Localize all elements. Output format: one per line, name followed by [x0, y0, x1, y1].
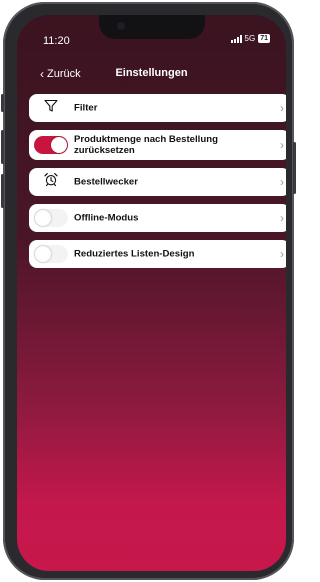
power-button: [293, 142, 296, 194]
toggle-knob: [35, 246, 51, 262]
settings-row-label: Offline-Modus: [74, 212, 139, 224]
chevron-right-icon: ›: [280, 138, 284, 152]
battery-icon: 71: [258, 34, 270, 43]
signal-icon: [230, 34, 242, 43]
status-indicators: 5G 71: [230, 34, 270, 43]
toggle-knob: [51, 137, 67, 153]
toggle-knob: [35, 210, 51, 226]
settings-row-reduced-list-design[interactable]: Reduziertes Listen-Design ›: [29, 240, 286, 268]
chevron-right-icon: ›: [280, 211, 284, 225]
settings-row-filter[interactable]: Filter ›: [29, 94, 286, 122]
page-title: Einstellungen: [115, 67, 188, 79]
chevron-right-icon: ›: [280, 247, 284, 261]
phone-frame: 11:20 5G 71 ‹ Zurück Einstellungen Filte…: [1, 2, 296, 580]
settings-row-label: Produktmenge nach Bestellung zurücksetze…: [74, 134, 218, 156]
navigation-bar: ‹ Zurück Einstellungen: [17, 67, 286, 83]
volume-up-button: [1, 130, 4, 164]
settings-row-label: Reduziertes Listen-Design: [74, 248, 195, 260]
reduced-list-design-toggle[interactable]: [34, 245, 68, 263]
volume-down-button: [1, 174, 4, 208]
filter-icon: [44, 99, 58, 118]
settings-row-label: Filter: [74, 102, 98, 114]
notch: [99, 15, 205, 39]
alarm-clock-icon: [44, 172, 59, 192]
status-time: 11:20: [43, 35, 70, 47]
chevron-right-icon: ›: [280, 101, 284, 115]
settings-row-reset-quantity[interactable]: Produktmenge nach Bestellung zurücksetze…: [29, 130, 286, 160]
settings-row-label: Bestellwecker: [74, 176, 138, 188]
settings-row-order-alarm[interactable]: Bestellwecker ›: [29, 168, 286, 196]
offline-mode-toggle[interactable]: [34, 209, 68, 227]
mute-switch: [1, 94, 4, 112]
screen: 11:20 5G 71 ‹ Zurück Einstellungen Filte…: [17, 15, 286, 571]
reset-quantity-toggle[interactable]: [34, 136, 68, 154]
network-label: 5G: [244, 34, 256, 43]
chevron-right-icon: ›: [280, 175, 284, 189]
settings-row-offline-mode[interactable]: Offline-Modus ›: [29, 204, 286, 232]
camera-icon: [117, 22, 125, 30]
